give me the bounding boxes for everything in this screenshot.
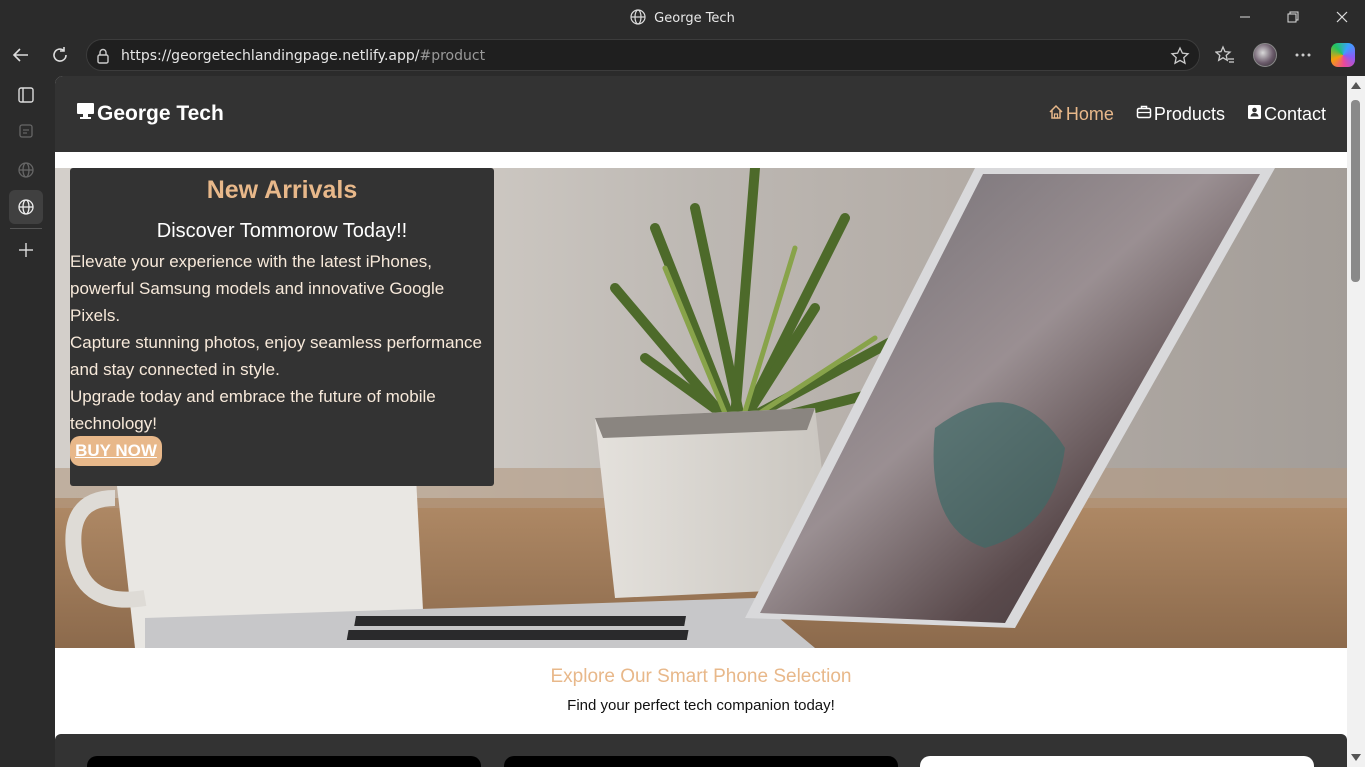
url-host: https://georgetechlandingpage.netlify.ap… xyxy=(121,48,420,64)
tab-panel-icon xyxy=(18,87,34,103)
more-options-button[interactable] xyxy=(1288,40,1318,70)
sidebar-divider xyxy=(10,228,42,229)
promo-line: Pixels. xyxy=(70,306,121,325)
window-titlebar: George Tech xyxy=(0,0,1365,34)
profile-button[interactable] xyxy=(1250,40,1280,70)
plus-icon xyxy=(19,243,33,257)
promo-line: Capture stunning photos, enjoy seamless … xyxy=(70,333,483,352)
globe-icon xyxy=(18,162,34,178)
sidebar-tab-active[interactable] xyxy=(9,190,43,224)
sidebar-tab-1[interactable] xyxy=(9,114,43,148)
copilot-icon[interactable] xyxy=(1331,43,1355,67)
brand-name: George Tech xyxy=(97,102,224,125)
page-scrollbar[interactable] xyxy=(1347,76,1365,767)
vertical-tabs-sidebar xyxy=(0,76,54,767)
ellipsis-icon xyxy=(1295,53,1311,57)
new-tab-button[interactable] xyxy=(9,233,43,267)
minimize-icon xyxy=(1240,16,1250,18)
lock-icon[interactable] xyxy=(96,48,110,69)
product-card[interactable] xyxy=(504,756,898,767)
promo-line: Upgrade today and embrace the future of … xyxy=(70,387,436,406)
products-section xyxy=(55,734,1347,767)
buy-now-button[interactable]: BUY NOW xyxy=(70,436,162,466)
url-text[interactable]: https://georgetechlandingpage.netlify.ap… xyxy=(121,48,485,64)
home-icon xyxy=(1048,104,1064,125)
favorites-button[interactable] xyxy=(1210,40,1240,70)
window-title-area: George Tech xyxy=(0,9,1365,29)
nav-products-label: Products xyxy=(1153,104,1225,124)
favorites-icon xyxy=(1215,45,1234,63)
promo-line: Elevate your experience with the latest … xyxy=(70,252,432,271)
close-icon xyxy=(1336,11,1348,23)
briefcase-icon xyxy=(1136,104,1152,125)
refresh-button[interactable] xyxy=(45,40,75,70)
tab-actions-button[interactable] xyxy=(9,78,43,112)
nav-contact[interactable]: Contact xyxy=(1247,104,1326,125)
promo-line: and stay connected in style. xyxy=(70,360,280,379)
promo-heading: New Arrivals xyxy=(206,176,358,204)
copilot-button[interactable] xyxy=(1328,40,1358,70)
nav-home-label: Home xyxy=(1065,104,1114,124)
product-card[interactable] xyxy=(920,756,1314,767)
scrollbar-thumb[interactable] xyxy=(1351,100,1360,282)
main-nav: Home Products Contact xyxy=(1048,104,1326,125)
back-arrow-icon xyxy=(12,48,28,62)
monitor-icon xyxy=(76,102,95,126)
sidebar-tab-2[interactable] xyxy=(9,153,43,187)
minimize-button[interactable] xyxy=(1222,0,1268,34)
window-title: George Tech xyxy=(654,11,735,26)
new-arrivals-card: New Arrivals Discover Tommorow Today!! E… xyxy=(70,168,494,486)
nav-products[interactable]: Products xyxy=(1136,104,1225,125)
promo-line: powerful Samsung models and innovative G… xyxy=(70,279,445,298)
scroll-up-arrow[interactable] xyxy=(1351,82,1361,89)
restore-button[interactable] xyxy=(1270,0,1316,34)
url-path: #product xyxy=(419,48,486,64)
product-card[interactable] xyxy=(87,756,481,767)
site-header: George Tech Home Products Contact xyxy=(55,76,1347,152)
promo-subheading: Discover Tommorow Today!! xyxy=(156,220,408,242)
brand-logo[interactable]: George Tech xyxy=(76,102,224,126)
globe-icon xyxy=(630,9,646,29)
avatar[interactable] xyxy=(1253,43,1277,67)
scroll-down-arrow[interactable] xyxy=(1351,754,1361,761)
explore-subtitle: Find your perfect tech companion today! xyxy=(567,697,835,714)
favorite-star-icon[interactable] xyxy=(1170,46,1190,71)
contact-card-icon xyxy=(1247,104,1262,125)
promo-line: technology! xyxy=(70,414,157,433)
nav-home[interactable]: Home xyxy=(1048,104,1114,125)
restore-icon xyxy=(1287,11,1299,23)
back-button[interactable] xyxy=(6,40,36,70)
close-window-button[interactable] xyxy=(1319,0,1365,34)
page-tab-icon xyxy=(19,124,33,138)
globe-icon xyxy=(18,199,34,215)
nav-contact-label: Contact xyxy=(1263,104,1326,124)
explore-heading: Explore Our Smart Phone Selection xyxy=(550,666,852,687)
page-viewport: George Tech Home Products Contact New Ar… xyxy=(55,76,1347,767)
refresh-icon xyxy=(53,47,67,62)
browser-toolbar: https://georgetechlandingpage.netlify.ap… xyxy=(0,36,1365,74)
address-bar[interactable]: https://georgetechlandingpage.netlify.ap… xyxy=(86,39,1200,71)
